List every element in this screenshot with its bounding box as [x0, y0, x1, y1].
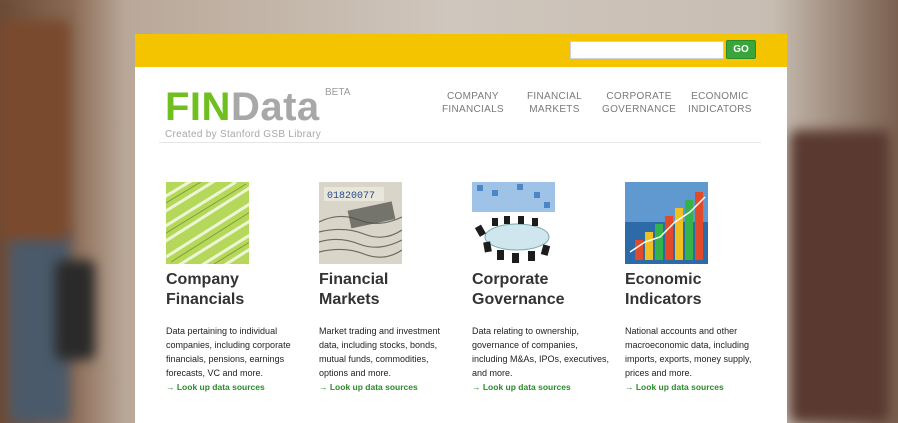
nav-financial-markets[interactable]: FINANCIAL MARKETS	[527, 90, 582, 116]
background-figure	[55, 260, 95, 360]
background-column	[790, 130, 890, 423]
category-title: Economic Indicators	[625, 271, 702, 308]
category-title: Company Financials	[166, 271, 245, 308]
lookup-link-company-financials[interactable]: → Look up data sources	[166, 382, 265, 392]
nav-company-financials[interactable]: COMPANY FINANCIALS	[442, 90, 504, 116]
search-input[interactable]	[570, 41, 724, 59]
top-bar: GO	[135, 34, 787, 67]
nav-corporate-governance[interactable]: CORPORATE GOVERNANCE	[602, 90, 676, 116]
background-column	[0, 20, 70, 240]
go-button[interactable]: GO	[726, 40, 756, 59]
category-financial-markets: 01820077 Financial Markets Market tradin…	[319, 182, 459, 380]
lookup-link-corporate-governance[interactable]: → Look up data sources	[472, 382, 571, 392]
category-title: Financial Markets	[319, 271, 389, 308]
dollar-bill-image-icon[interactable]: 01820077	[319, 182, 402, 264]
lookup-link-economic-indicators[interactable]: → Look up data sources	[625, 382, 724, 392]
logo[interactable]: FINData BETA Created by Stanford GSB Lib…	[165, 85, 350, 140]
header: FINData BETA Created by Stanford GSB Lib…	[135, 67, 787, 143]
category-description: Market trading and investment data, incl…	[319, 326, 441, 378]
category-description: National accounts and other macroeconomi…	[625, 326, 752, 378]
tagline: Created by Stanford GSB Library	[165, 129, 322, 140]
category-title: Corporate Governance	[472, 271, 565, 308]
beta-label: BETA	[325, 87, 351, 98]
bar-chart-image-icon[interactable]	[625, 182, 708, 264]
main-card: GO FINData BETA Created by Stanford GSB …	[135, 34, 787, 423]
category-description: Data relating to ownership, governance o…	[472, 326, 610, 378]
category-description: Data pertaining to individual companies,…	[166, 326, 291, 378]
category-company-financials: Company Financials Data pertaining to in…	[166, 182, 306, 380]
boardroom-table-image-icon[interactable]	[472, 182, 555, 264]
svg-text:01820077: 01820077	[327, 191, 375, 202]
header-divider	[159, 142, 761, 143]
category-economic-indicators: Economic Indicators National accounts an…	[625, 182, 765, 380]
logo-fin: FIN	[165, 85, 231, 129]
category-corporate-governance: Corporate Governance Data relating to ow…	[472, 182, 612, 380]
logo-data: Data	[230, 85, 320, 129]
nav-economic-indicators[interactable]: ECONOMIC INDICATORS	[688, 90, 752, 116]
spreadsheet-image-icon[interactable]	[166, 182, 249, 264]
lookup-link-financial-markets[interactable]: → Look up data sources	[319, 382, 418, 392]
